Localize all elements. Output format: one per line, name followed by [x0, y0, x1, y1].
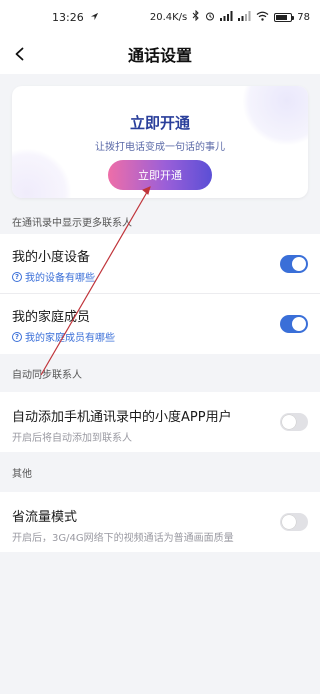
- help-link-label: 我的设备有哪些: [25, 273, 95, 284]
- toggle-knob: [292, 256, 306, 271]
- help-link-label: 我的家庭成员有哪些: [25, 333, 115, 344]
- question-icon: ?: [12, 271, 22, 282]
- alarm-icon: [205, 11, 215, 24]
- question-icon: ?: [12, 331, 22, 342]
- setting-title: 自动添加手机通讯录中的小度APP用户: [12, 410, 232, 425]
- header: 通话设置: [0, 34, 320, 74]
- section-other: 省流量模式 开启后，3G/4G网络下的视频通话为普通画面质量: [0, 492, 320, 552]
- back-button[interactable]: [8, 42, 32, 66]
- help-link[interactable]: ? 我的家庭成员有哪些: [12, 329, 308, 344]
- section-auto-sync: 自动添加手机通讯录中的小度APP用户 开启后将自动添加到联系人: [0, 392, 320, 452]
- setting-title: 我的家庭成员: [12, 310, 91, 325]
- location-icon: [90, 11, 99, 24]
- page-title: 通话设置: [127, 46, 192, 65]
- help-link[interactable]: ? 我的设备有哪些: [12, 269, 308, 284]
- section-contacts-display: 我的小度设备 ? 我的设备有哪些 我的家庭成员 ? 我的家庭成员有哪些: [0, 234, 320, 354]
- toggle-knob: [292, 317, 306, 331]
- toggle-knob: [282, 515, 296, 529]
- status-bar: 13:26 20.4K/s 78: [0, 0, 320, 34]
- setting-row[interactable]: 我的家庭成员 ? 我的家庭成员有哪些: [0, 294, 320, 354]
- battery-level: 78: [297, 11, 310, 23]
- toggle-switch[interactable]: [280, 513, 308, 531]
- toggle-knob: [282, 415, 296, 429]
- decor-blob: [12, 148, 72, 198]
- wifi-icon: [256, 11, 269, 24]
- banner-area: 立即开通 让拨打电话变成一句话的事儿 立即开通: [0, 74, 320, 208]
- section-header: 自动同步联系人: [0, 354, 320, 392]
- setting-description: 开启后将自动添加到联系人: [12, 433, 132, 444]
- chevron-left-icon: [15, 47, 24, 61]
- section-header: 在通讯录中显示更多联系人: [0, 208, 320, 234]
- section-header: 其他: [0, 452, 320, 492]
- toggle-switch[interactable]: [280, 413, 308, 431]
- setting-title: 省流量模式: [12, 510, 78, 525]
- setting-title: 我的小度设备: [12, 250, 91, 265]
- setting-row[interactable]: 省流量模式 开启后，3G/4G网络下的视频通话为普通画面质量: [0, 492, 320, 552]
- status-time: 13:26: [52, 10, 84, 24]
- activate-button[interactable]: 立即开通: [108, 160, 212, 190]
- toggle-switch[interactable]: [280, 315, 308, 333]
- setting-row[interactable]: 自动添加手机通讯录中的小度APP用户 开启后将自动添加到联系人: [0, 392, 320, 452]
- bluetooth-icon: [192, 9, 200, 24]
- signal-icon-2: [238, 10, 251, 24]
- network-speed: 20.4K/s: [149, 11, 188, 23]
- banner-title: 立即开通: [129, 114, 190, 132]
- setting-row[interactable]: 我的小度设备 ? 我的设备有哪些: [0, 234, 320, 294]
- battery-icon: [274, 12, 295, 22]
- signal-icon: [220, 10, 233, 24]
- toggle-switch[interactable]: [280, 254, 308, 273]
- banner-subtitle: 让拨打电话变成一句话的事儿: [95, 142, 225, 153]
- promo-banner: 立即开通 让拨打电话变成一句话的事儿 立即开通: [12, 86, 308, 198]
- setting-description: 开启后，3G/4G网络下的视频通话为普通画面质量: [12, 533, 234, 544]
